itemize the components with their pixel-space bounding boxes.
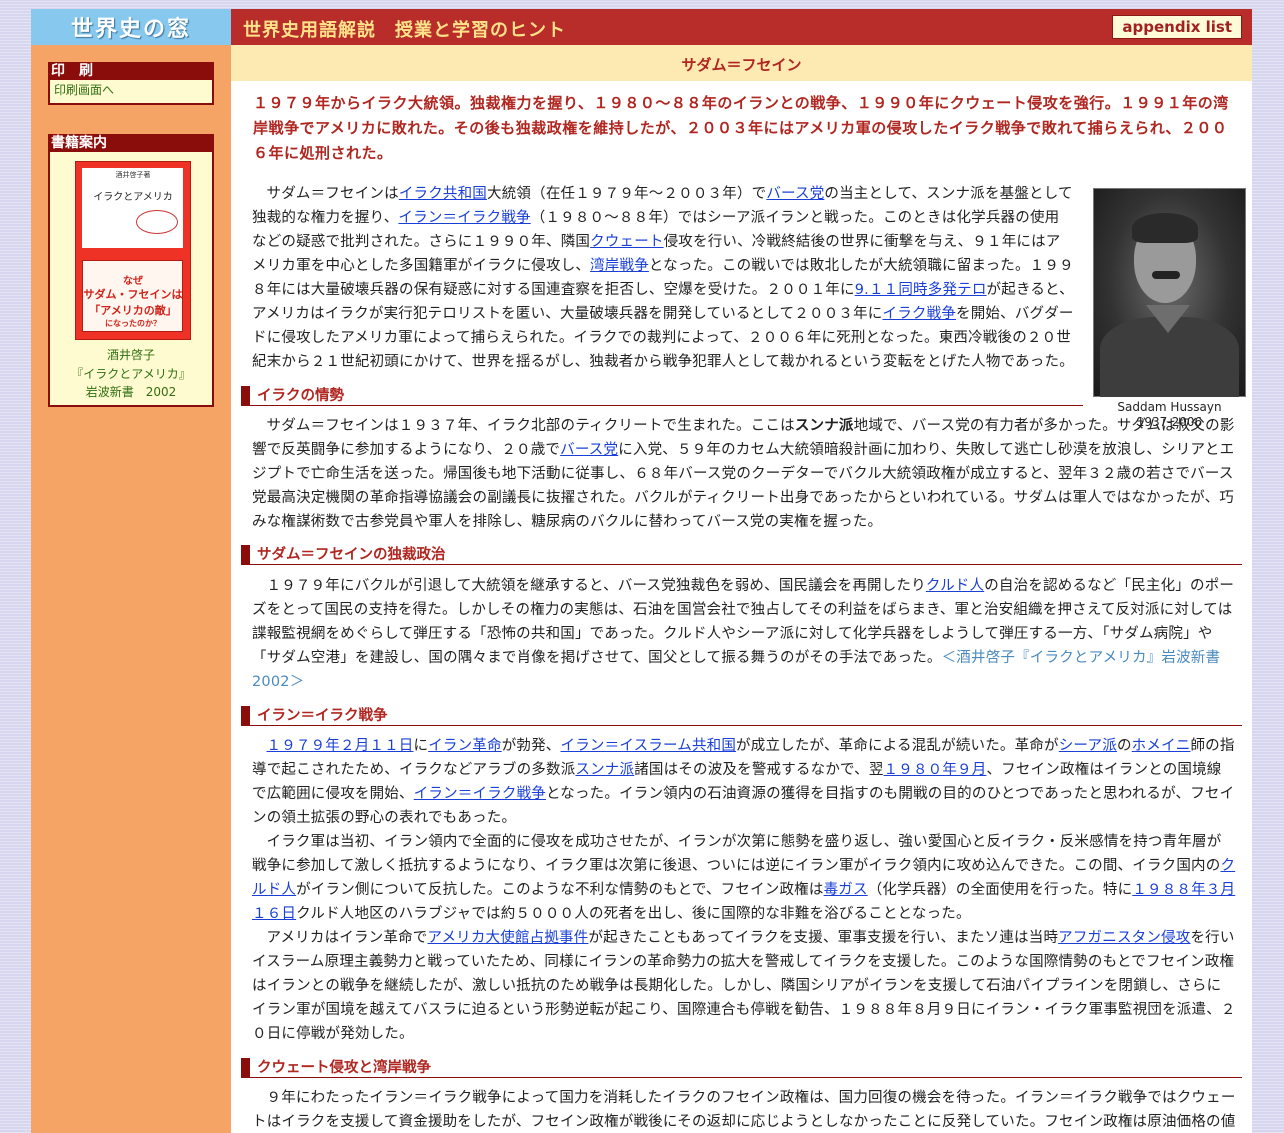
link-iran-revolution[interactable]: イラン革命 xyxy=(428,738,502,754)
link-1980-sep[interactable]: １９８０年９月 xyxy=(884,762,987,778)
text: に xyxy=(413,738,429,754)
paragraph-war-course: イラク軍は当初、イラン領内で全面的に侵攻を成功させたが、イランが次第に態勢を盛り… xyxy=(252,830,1236,926)
link-iran-iraq-war[interactable]: イラン＝イラク戦争 xyxy=(414,786,546,802)
book-cover-image[interactable]: 酒井啓子著 イラクとアメリカ なぜ サダム・フセインは 「アメリカの敵」 になっ… xyxy=(75,161,191,340)
text: 大統領（在任１９７９年～２００３年）で xyxy=(487,186,767,202)
term-heading: サダム＝フセイン xyxy=(231,45,1252,81)
book-band-line-4: になったのか？ xyxy=(105,319,161,328)
lead-summary: １９７９年からイラク大統領。独裁権力を握り、１９８０～８８年のイランとの戦争、１… xyxy=(253,94,1229,162)
book-band-line-2: サダム・フセインは xyxy=(83,288,183,301)
link-iraq-war[interactable]: イラク戦争 xyxy=(883,306,957,322)
link-poison-gas[interactable]: 毒ガス xyxy=(824,882,868,898)
link-afghanistan-invasion[interactable]: アフガニスタン侵攻 xyxy=(1058,930,1190,946)
link-911-attacks[interactable]: 9.１１同時多発テロ xyxy=(855,282,987,298)
text: が起きたこともあってイラクを支援、軍事支援を行い、またソ連は当時 xyxy=(588,930,1059,946)
link-sunni[interactable]: スンナ派 xyxy=(575,762,634,778)
text: （化学兵器）の全面使用を行った。特に xyxy=(867,882,1133,898)
paragraph-iraq-situation: サダム＝フセインは１９３７年、イラク北部のティクリートで生まれた。ここはスンナ派… xyxy=(252,414,1236,534)
paragraph-war-international: アメリカはイラン革命でアメリカ大使館占拠事件が起きたこともあってイラクを支援、軍… xyxy=(252,926,1236,1046)
print-link-label[interactable]: 印刷画面へ xyxy=(54,83,114,97)
text: クルド人地区のハラブジャでは約５０００人の死者を出し、後に国際的な非難を浴びるこ… xyxy=(296,906,971,922)
site-logo[interactable]: 世界史の窓 xyxy=(31,9,231,45)
text: が勃発、 xyxy=(501,738,561,754)
section-heading-iran-iraq-war: イラン＝イラク戦争 xyxy=(241,706,1242,726)
book-band-line-3: 「アメリカの敵」 xyxy=(89,304,177,317)
site-title: 世界史用語解説 授業と学習のヒント xyxy=(243,20,566,41)
link-embassy-hostage-crisis[interactable]: アメリカ大使館占拠事件 xyxy=(427,930,588,946)
section-heading-dictatorship: サダム＝フセインの独裁政治 xyxy=(241,545,1242,565)
paragraph-war-start: １９７９年２月１１日にイラン革命が勃発、イラン＝イスラーム共和国が成立したが、革… xyxy=(252,734,1236,830)
sidebar: 印 刷 印刷画面へ 書籍案内 酒井啓子著 イラクとアメリカ なぜ サダム・フセイ… xyxy=(31,45,231,1133)
book-publisher: 岩波新書 2002 xyxy=(85,385,177,399)
link-iran-iraq-war[interactable]: イラン＝イラク戦争 xyxy=(398,210,530,226)
print-section-title: 印 刷 xyxy=(48,62,214,80)
section-heading-kuwait-gulf-war: クウェート侵攻と湾岸戦争 xyxy=(241,1058,1242,1078)
site-logo-text: 世界史の窓 xyxy=(70,16,191,42)
book-card[interactable]: 酒井啓子著 イラクとアメリカ なぜ サダム・フセインは 「アメリカの敵」 になっ… xyxy=(48,152,214,407)
text: １９７９年にバクルが引退して大統領を継承すると、バース党独裁色を弱め、国民議会を… xyxy=(266,578,926,594)
link-iraq-republic[interactable]: イラク共和国 xyxy=(399,186,487,202)
header-banner: 世界史用語解説 授業と学習のヒント appendix list xyxy=(231,9,1252,45)
paragraph-kuwait-invasion: ９年にわたったイラン＝イラク戦争によって国力を消耗したイラクのフセイン政権は、国… xyxy=(252,1090,1236,1130)
portrait-hair xyxy=(1132,213,1198,243)
link-baath-party[interactable]: バース党 xyxy=(560,442,618,458)
link-gulf-war[interactable]: 湾岸戦争 xyxy=(590,258,649,274)
link-khomeini[interactable]: ホメイニ xyxy=(1132,738,1191,754)
main-content: サダム＝フセイン １９７９年からイラク大統領。独裁権力を握り、１９８０～８８年の… xyxy=(231,45,1252,1133)
text: を行いイスラーム原理主義勢力と戦っていたため、同様にイランの革命勢力の拡大を警戒… xyxy=(252,930,1236,1042)
intro-paragraph: サダム＝フセインはイラク共和国大統領（在任１９７９年～２００３年）でバース党の当… xyxy=(252,182,1074,374)
page-wrapper: 世界史の窓 世界史用語解説 授業と学習のヒント appendix list 印 … xyxy=(31,9,1252,1133)
text: サダム＝フセインは１９３７年、イラク北部のティクリートで生まれた。ここは xyxy=(266,418,795,434)
appendix-list-button[interactable]: appendix list xyxy=(1112,15,1242,39)
text: アメリカはイラン革命で xyxy=(266,930,428,946)
text: 諸国はその波及を警戒するなかで、翌 xyxy=(634,762,884,778)
link-islamic-republic-iran[interactable]: イラン＝イスラーム共和国 xyxy=(561,738,737,754)
bold-sunni: スンナ派 xyxy=(794,418,854,434)
books-section-title: 書籍案内 xyxy=(48,134,214,152)
text: イラク軍は当初、イラン領内で全面的に侵攻を成功させたが、イランが次第に態勢を盛り… xyxy=(252,834,1222,874)
book-author: 酒井啓子 xyxy=(106,348,155,362)
book-cover-title: イラクとアメリカ xyxy=(93,192,173,203)
print-link[interactable]: 印刷画面へ xyxy=(48,80,214,105)
link-shia[interactable]: シーア派 xyxy=(1059,738,1117,754)
book-band-line-1: なぜ xyxy=(123,276,143,287)
portrait-mustache xyxy=(1152,271,1180,279)
text: がイラン側について反抗した。このような不利な情勢のもとで、フセイン政権は xyxy=(296,882,824,898)
link-kuwait[interactable]: クウェート xyxy=(590,234,664,250)
text: が成立したが、革命による混乱が続いた。革命が xyxy=(736,738,1059,754)
text: の xyxy=(1116,738,1132,754)
saddam-portrait-image xyxy=(1093,188,1246,397)
text: サダム＝フセインは xyxy=(266,186,399,202)
section-heading-iraq-situation: イラクの情勢 xyxy=(241,386,1083,406)
book-title: 『イラクとアメリカ』 xyxy=(71,367,191,381)
book-cover-illustration xyxy=(136,210,178,234)
link-baath-party[interactable]: バース党 xyxy=(766,186,824,202)
paragraph-dictatorship: １９７９年にバクルが引退して大統領を継承すると、バース党独裁色を弱め、国民議会を… xyxy=(252,574,1236,694)
portrait-caption-name: Saddam Hussayn xyxy=(1117,400,1222,414)
book-cover-author: 酒井啓子著 xyxy=(115,171,151,179)
link-kurds[interactable]: クルド人 xyxy=(926,578,984,594)
book-cover-top xyxy=(82,168,183,248)
link-1979-feb-11[interactable]: １９７９年２月１１日 xyxy=(267,738,414,754)
